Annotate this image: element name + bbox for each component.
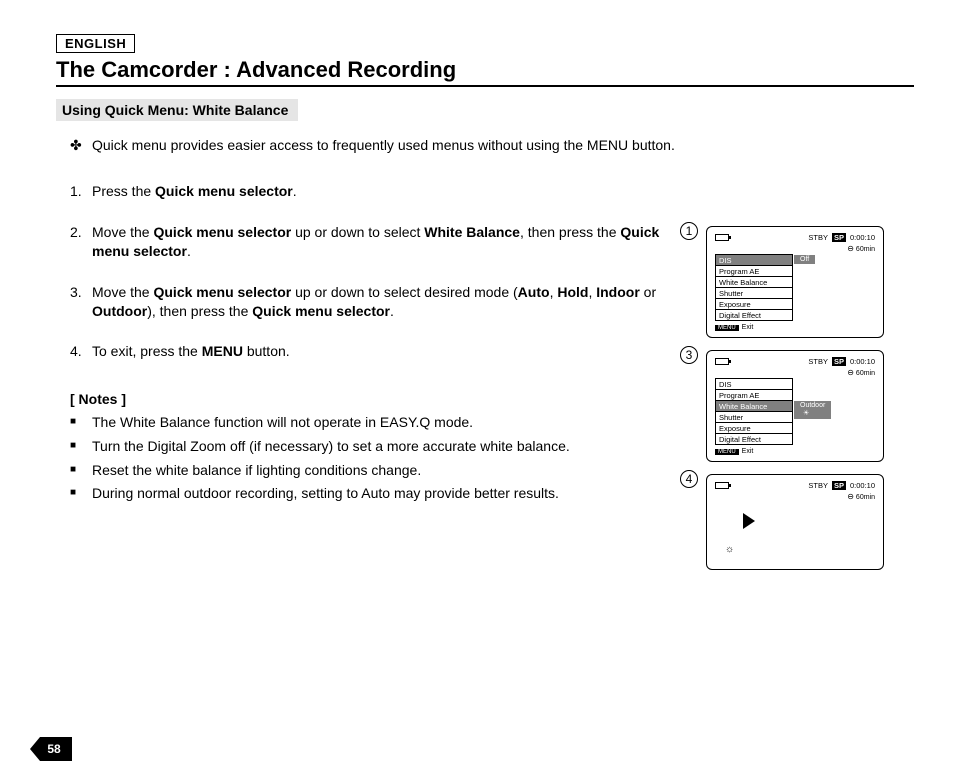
- camcorder-screen: STBY SP 0:00:10 60min ☼: [706, 474, 884, 570]
- sun-icon: ☀: [803, 410, 809, 417]
- menu-value: Outdoor☀: [794, 401, 831, 419]
- tape-remaining: 60min: [715, 244, 875, 253]
- status-label: STBY: [808, 233, 828, 242]
- menu-item: Exposure: [716, 423, 792, 434]
- elapsed-time: 0:00:10: [850, 357, 875, 366]
- menu-item: Digital Effect: [716, 310, 792, 320]
- figure-number-icon: 3: [680, 346, 698, 364]
- play-arrow-icon: [743, 513, 755, 529]
- sp-badge: SP: [832, 357, 846, 366]
- battery-icon: [715, 234, 729, 241]
- tape-remaining: 60min: [715, 368, 875, 377]
- menu-item: Digital Effect: [716, 434, 792, 444]
- menu-exit-hint: MENU Exit: [715, 448, 875, 455]
- quick-menu-list: DISOff Program AE White Balance Shutter …: [715, 254, 793, 321]
- menu-value: Off: [794, 255, 815, 264]
- step-1: 1. Press the Quick menu selector.: [70, 182, 914, 201]
- camcorder-screen: STBY SP 0:00:10 60min DIS Program AE Whi…: [706, 350, 884, 462]
- menu-item-white-balance: White BalanceOutdoor☀: [716, 401, 792, 412]
- intro-paragraph: ✤ Quick menu provides easier access to f…: [56, 137, 914, 154]
- quick-menu-list: DIS Program AE White BalanceOutdoor☀ Shu…: [715, 378, 793, 445]
- status-label: STBY: [808, 357, 828, 366]
- language-label: ENGLISH: [56, 34, 135, 53]
- elapsed-time: 0:00:10: [850, 481, 875, 490]
- menu-item-dis: DISOff: [716, 255, 792, 266]
- sp-badge: SP: [832, 481, 846, 490]
- tape-remaining: 60min: [715, 492, 875, 501]
- battery-icon: [715, 482, 729, 489]
- page-number-badge: 58: [30, 737, 72, 761]
- figure-4: 4 STBY SP 0:00:10 60min ☼: [706, 474, 906, 570]
- menu-item: DIS: [716, 379, 792, 390]
- figures-column: 1 STBY SP 0:00:10 60min DISOff Program A…: [706, 226, 906, 582]
- status-label: STBY: [808, 481, 828, 490]
- menu-button-badge: MENU: [715, 325, 739, 331]
- camcorder-screen: STBY SP 0:00:10 60min DISOff Program AE …: [706, 226, 884, 338]
- menu-button-badge: MENU: [715, 449, 739, 455]
- menu-item: White Balance: [716, 277, 792, 288]
- section-heading: Using Quick Menu: White Balance: [56, 99, 298, 121]
- elapsed-time: 0:00:10: [850, 233, 875, 242]
- menu-item: Shutter: [716, 412, 792, 423]
- menu-item: Program AE: [716, 266, 792, 277]
- page-title: The Camcorder : Advanced Recording: [56, 57, 914, 87]
- sp-badge: SP: [832, 233, 846, 242]
- bullet-icon: ✤: [70, 137, 92, 154]
- figure-1: 1 STBY SP 0:00:10 60min DISOff Program A…: [706, 226, 906, 338]
- intro-text: Quick menu provides easier access to fre…: [92, 137, 675, 154]
- menu-item: Exposure: [716, 299, 792, 310]
- battery-icon: [715, 358, 729, 365]
- figure-number-icon: 4: [680, 470, 698, 488]
- menu-item: Program AE: [716, 390, 792, 401]
- figure-number-icon: 1: [680, 222, 698, 240]
- figure-3: 3 STBY SP 0:00:10 60min DIS Program AE W…: [706, 350, 906, 462]
- menu-item: Shutter: [716, 288, 792, 299]
- menu-exit-hint: MENU Exit: [715, 324, 875, 331]
- outdoor-sun-icon: ☼: [725, 544, 734, 555]
